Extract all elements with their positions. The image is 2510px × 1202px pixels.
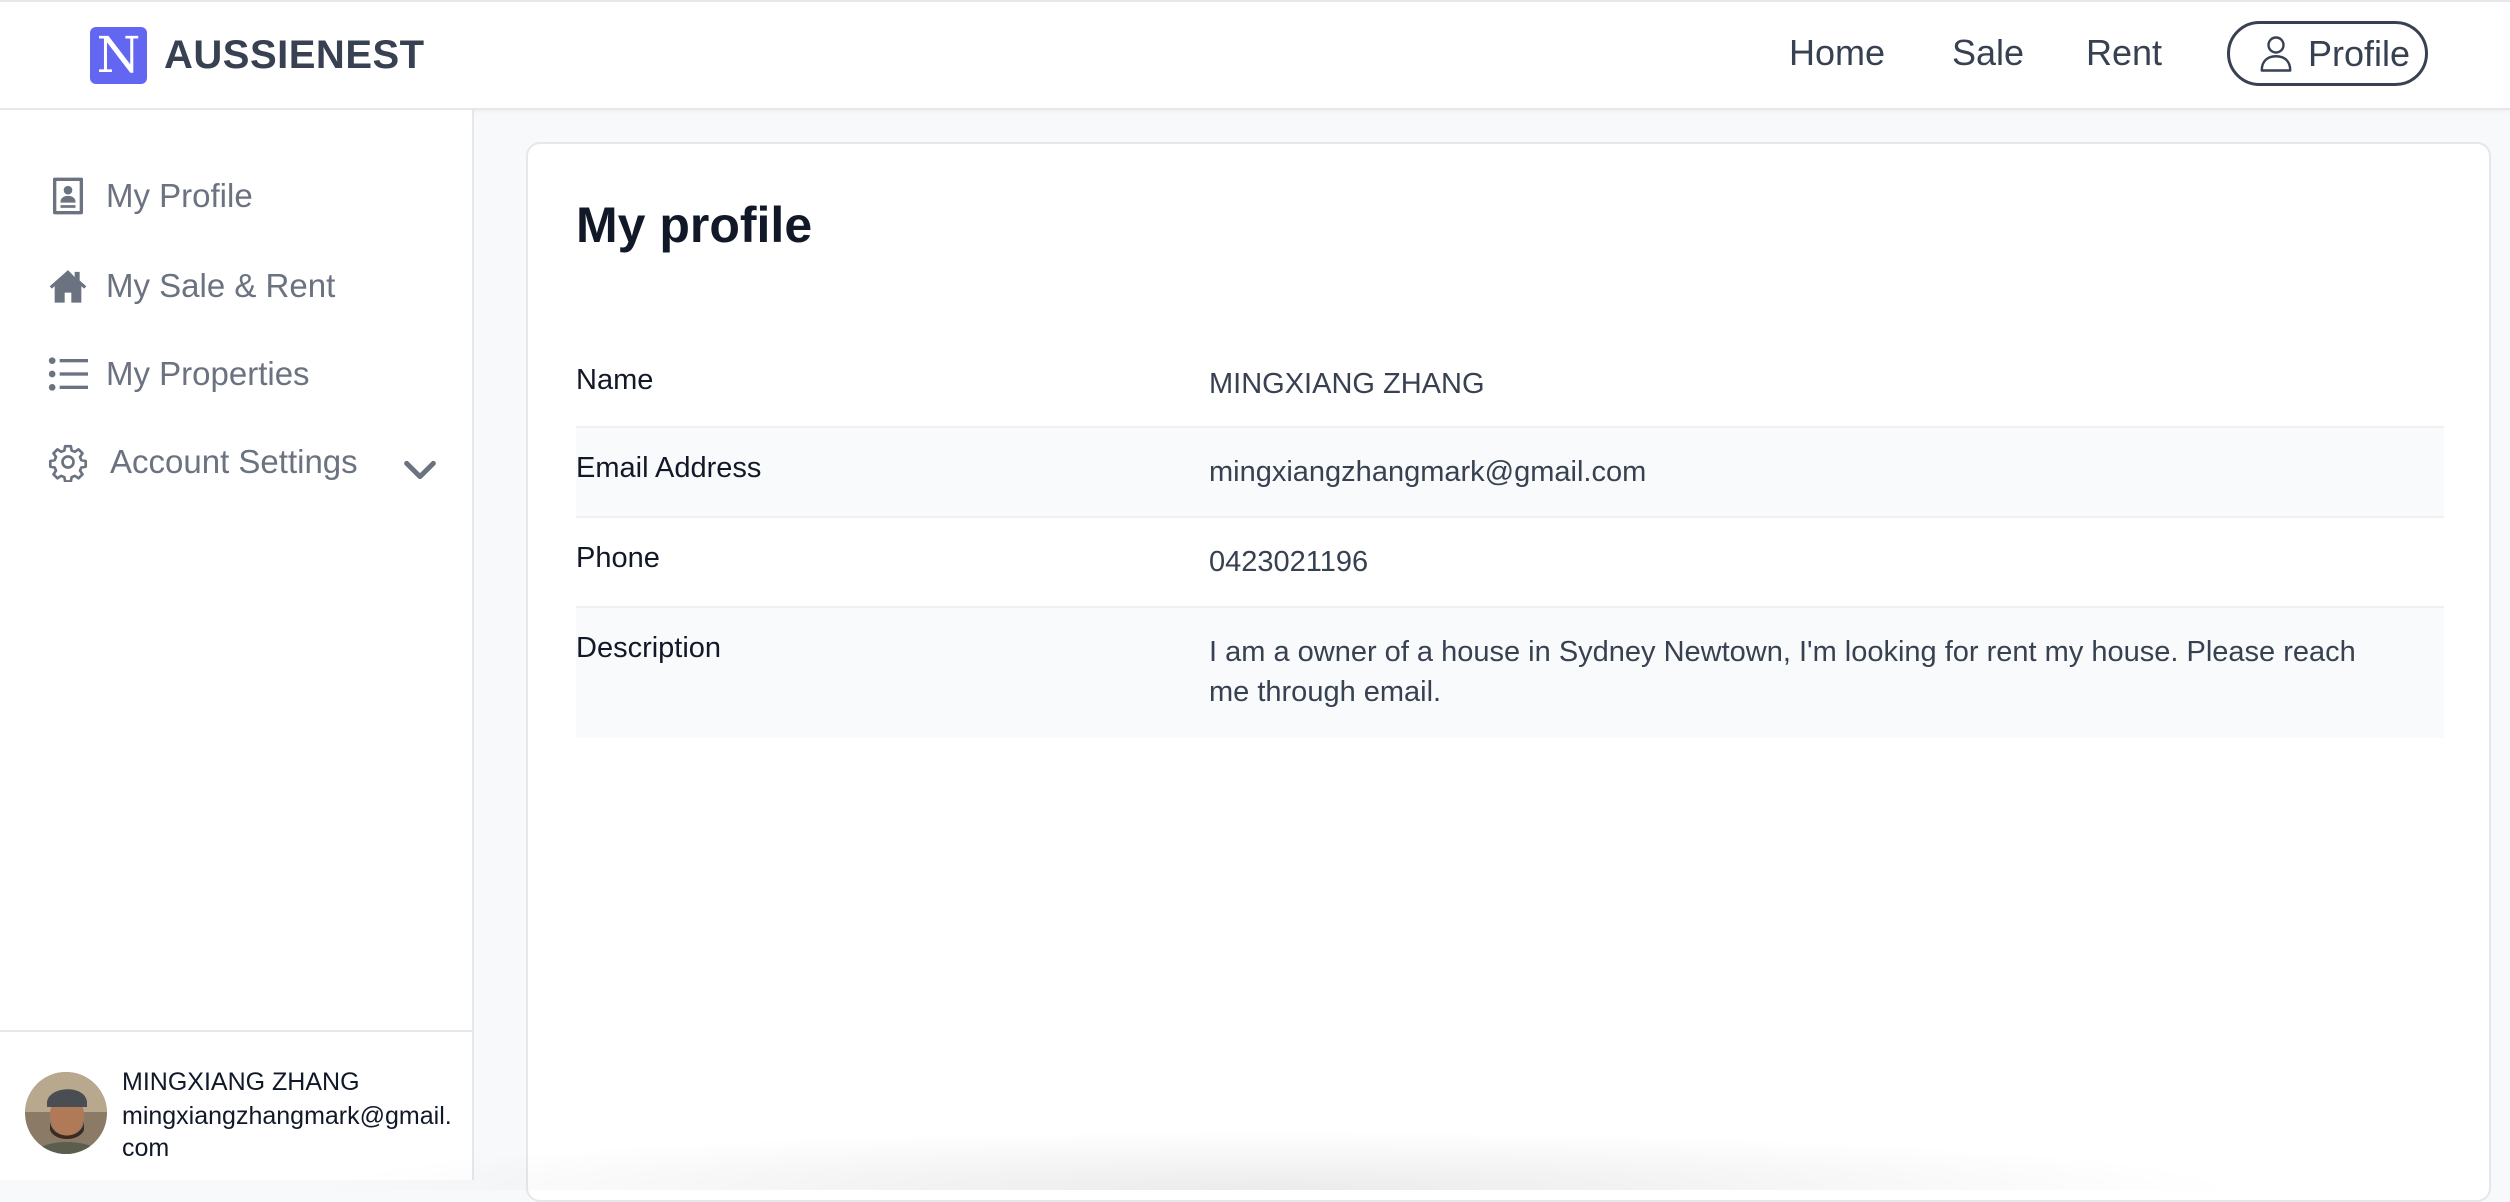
profile-details: Name MINGXIANG ZHANG Email Address mingx…	[576, 340, 2444, 738]
detail-value: MINGXIANG ZHANG	[1209, 368, 1485, 400]
list-icon	[48, 357, 88, 391]
detail-value: I am a owner of a house in Sydney Newtow…	[1209, 636, 2356, 708]
nav-sale-link[interactable]: Sale	[1952, 32, 2024, 74]
detail-label: Phone	[576, 542, 660, 574]
bottom-shadow	[300, 1130, 2250, 1190]
detail-value: mingxiangzhangmark@gmail.com	[1209, 456, 1647, 488]
sidebar: My Profile My Sale & Rent My Properties …	[0, 110, 474, 1180]
detail-row-email: Email Address mingxiangzhangmark@gmail.c…	[576, 428, 2444, 518]
profile-button[interactable]: Profile	[2227, 21, 2428, 86]
sidebar-item-my-properties[interactable]: My Properties	[48, 354, 310, 394]
detail-row-description: Description I am a owner of a house in S…	[576, 608, 2444, 738]
chevron-down-icon[interactable]	[400, 450, 440, 490]
user-icon	[2260, 35, 2292, 72]
detail-value: 0423021196	[1209, 546, 1369, 578]
sidebar-item-my-sale-rent[interactable]: My Sale & Rent	[48, 266, 335, 306]
gear-icon	[49, 444, 87, 482]
nav-home-link[interactable]: Home	[1789, 32, 1885, 74]
page-title: My profile	[576, 197, 813, 253]
sidebar-item-label: My Properties	[106, 355, 310, 392]
user-name: MINGXIANG ZHANG	[122, 1068, 360, 1096]
avatar	[25, 1072, 107, 1154]
id-card-icon	[53, 177, 83, 215]
detail-label: Email Address	[576, 452, 762, 484]
house-icon	[49, 270, 87, 303]
detail-row-name: Name MINGXIANG ZHANG	[576, 340, 2444, 428]
detail-row-phone: Phone 0423021196	[576, 518, 2444, 608]
sidebar-item-account-settings[interactable]: Account Settings	[48, 442, 436, 482]
sidebar-item-label: My Sale & Rent	[106, 267, 336, 304]
top-navbar: N AUSSIENEST Home Sale Rent Profile	[0, 0, 2510, 110]
sidebar-item-label: Account Settings	[110, 443, 358, 480]
nav-rent-link[interactable]: Rent	[2086, 32, 2162, 74]
detail-label: Name	[576, 364, 654, 396]
profile-card: My profile Name MINGXIANG ZHANG Email Ad…	[526, 142, 2491, 1202]
main-nav: Home Sale Rent Profile	[0, 2, 2510, 112]
detail-label: Description	[576, 632, 722, 664]
sidebar-item-label: My Profile	[106, 177, 253, 214]
profile-button-label: Profile	[2308, 32, 2411, 74]
sidebar-item-my-profile[interactable]: My Profile	[48, 176, 253, 216]
